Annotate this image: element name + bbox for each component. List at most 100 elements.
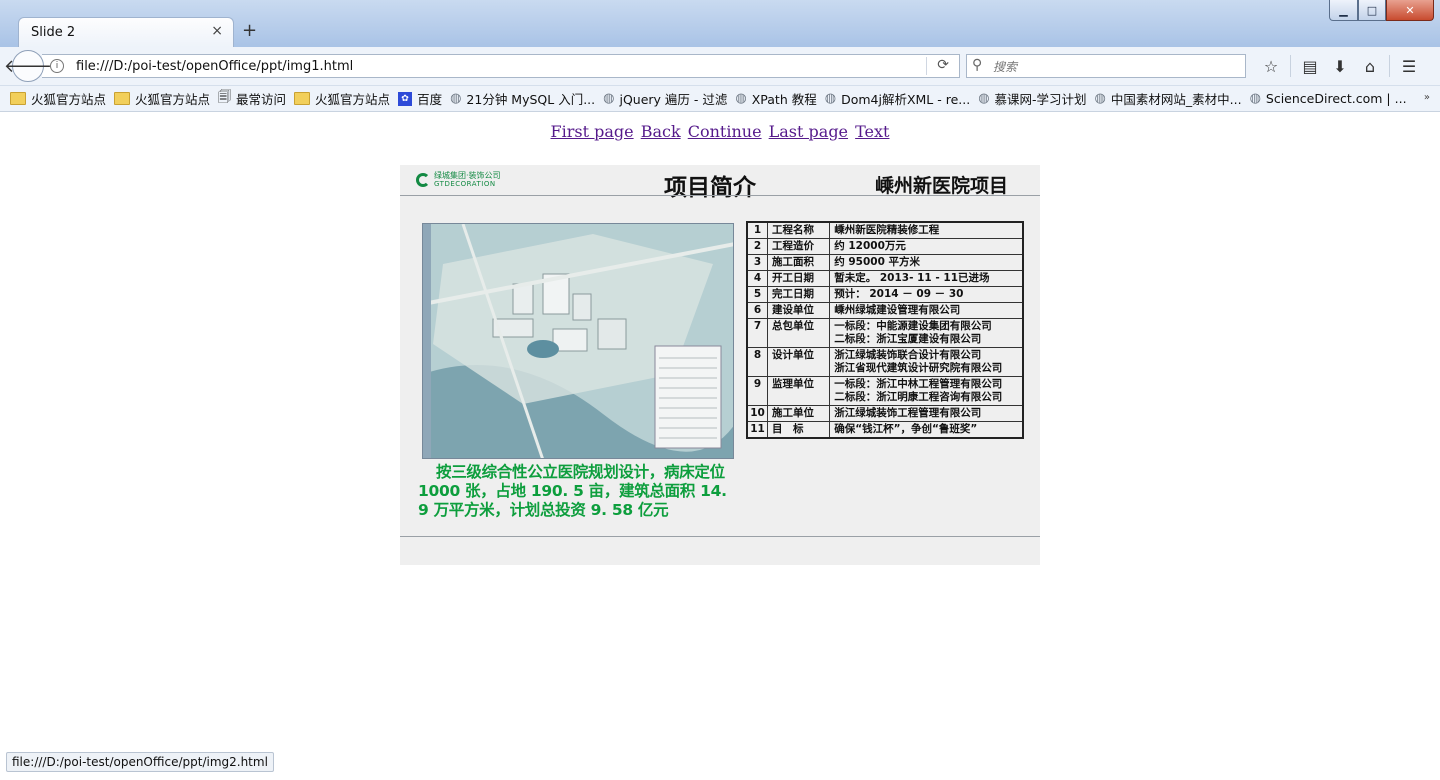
bookmark-label: 中国素材网站_素材中... (1110, 92, 1242, 107)
navigation-toolbar: i file:///D:/poi-test/openOffice/ppt/img… (0, 47, 1440, 86)
table-row: 2 工程造价约 12000万元 (746, 238, 1024, 255)
logo-mark-icon (416, 173, 430, 187)
row-number: 2 (746, 238, 769, 255)
bookmark-item[interactable]: ◍ XPath 教程 (735, 89, 816, 108)
download-icon[interactable]: ⬇ (1325, 54, 1355, 78)
menu-icon[interactable]: ☰ (1394, 54, 1424, 78)
table-row: 4 开工日期 暂未定。 2013- 11 - 11已进场 (746, 270, 1024, 287)
bookmark-item[interactable]: 火狐官方站点 (294, 89, 390, 108)
row-label: 目 标 (767, 421, 831, 439)
globe-icon: ◍ (450, 91, 462, 106)
table-row: 10 施工单位 浙江绿城装饰工程管理有限公司 (746, 405, 1024, 422)
arrow-left-icon: 🡐 (3, 55, 53, 77)
reading-list-icon[interactable]: ▤ (1295, 54, 1325, 78)
folder-icon (10, 92, 26, 105)
row-label: 工程名称 (767, 221, 831, 239)
bookmarks-toolbar: 火狐官方站点 火狐官方站点 🗐 最常访问 火狐官方站点 ✿ 百度 ◍ 21分钟 MyS… (0, 86, 1440, 112)
bookmark-item[interactable]: ◍ Dom4j解析XML - re... (825, 89, 970, 108)
bookmark-label: 最常访问 (236, 92, 287, 107)
slide-title: 项目简介 (664, 175, 756, 201)
history-icon: 🗐 (218, 89, 232, 105)
new-tab-button[interactable]: + (242, 20, 257, 41)
table-row: 8 设计单位 浙江绿城装饰联合设计有限公司 浙江省现代建筑设计研究院有限公司 (746, 347, 1040, 377)
row-value: 浙江绿城装饰工程管理有限公司 (829, 405, 1024, 422)
search-input[interactable] (991, 57, 1235, 77)
folder-icon (114, 92, 131, 105)
last-page-link[interactable]: Last page (769, 122, 848, 141)
bookmark-item[interactable]: ◍ 慕课网-学习计划 (978, 89, 1086, 108)
row-label: 监理单位 (767, 376, 831, 406)
bookmark-label: XPath 教程 (751, 92, 817, 107)
toolbar-separator (1389, 55, 1390, 77)
bookmark-item[interactable]: ◍ 21分钟 MySQL 入门... (450, 89, 595, 108)
page-content: First page Back Continue Last page Text … (0, 113, 1440, 780)
bookmark-item[interactable]: 火狐官方站点 (10, 89, 106, 108)
bookmark-star-icon[interactable]: ☆ (1256, 54, 1286, 78)
bookmarks-overflow-icon[interactable]: » (1424, 92, 1430, 103)
continue-link[interactable]: Continue (688, 122, 762, 141)
bookmark-item[interactable]: ◍ 中国素材网站_素材中... (1095, 89, 1242, 108)
bookmark-label: 火狐官方站点 (315, 92, 391, 107)
row-number: 10 (746, 405, 769, 422)
bookmark-item[interactable]: 🗐 最常访问 (218, 88, 286, 110)
aerial-illustration (423, 224, 733, 458)
row-label: 总包单位 (767, 318, 831, 348)
home-icon[interactable]: ⌂ (1355, 54, 1385, 78)
slide-image: 绿城集团·装饰公司 GTDECORATION 项目简介 嵊州新医院项目 按三级综… (400, 165, 1040, 565)
toolbar-separator (1290, 55, 1291, 77)
company-logo: 绿城集团·装饰公司 GTDECORATION (416, 171, 501, 189)
text-link[interactable]: Text (855, 122, 889, 141)
bookmark-label: Dom4j解析XML - re... (841, 92, 971, 107)
reload-icon[interactable]: ⟳ (937, 57, 949, 73)
row-value: 嵊州绿城建设管理有限公司 (829, 302, 1024, 319)
table-row: 3 施工面积约 95000 平方米 (746, 254, 1024, 271)
project-info-table: 1 工程名称 嵊州新医院精装修工程 2 工程造价约 12000万元 3 施工面积约 9500… (746, 221, 1040, 439)
minimize-button[interactable]: ▁ (1329, 0, 1358, 21)
bookmark-item[interactable]: ◍ jQuery 遍历 - 过滤 (603, 89, 727, 108)
row-value: 浙江绿城装饰联合设计有限公司 浙江省现代建筑设计研究院有限公司 (829, 347, 1040, 377)
row-number: 8 (746, 347, 769, 377)
bookmark-item[interactable]: 火狐官方站点 (114, 89, 210, 108)
bookmark-label: 火狐官方站点 (31, 92, 107, 107)
logo-text: 绿城集团·装饰公司 GTDECORATION (434, 171, 501, 189)
search-bar[interactable]: ⚲ (966, 54, 1246, 78)
back-link[interactable]: Back (641, 122, 681, 141)
row-value: 约 95000 平方米 (829, 254, 1024, 271)
globe-icon: ◍ (603, 91, 615, 106)
globe-icon: ◍ (824, 91, 837, 106)
row-label: 施工单位 (767, 405, 831, 422)
bookmark-label: 21分钟 MySQL 入门... (466, 92, 596, 107)
header-divider (400, 195, 1040, 196)
footer-divider (400, 536, 1040, 537)
row-value: 嵊州新医院精装修工程 (829, 221, 1024, 239)
folder-icon (294, 92, 311, 105)
row-number: 1 (746, 221, 769, 239)
bookmark-item[interactable]: ✿ 百度 (398, 89, 442, 108)
url-bar[interactable]: i file:///D:/poi-test/openOffice/ppt/img… (42, 54, 960, 78)
slide-project-name: 嵊州新医院项目 (875, 175, 1009, 197)
row-label: 设计单位 (767, 347, 831, 377)
bookmark-label: ScienceDirect.com | ... (1265, 91, 1407, 106)
row-value: 预计： 2014 － 09 － 30 (829, 286, 1024, 303)
row-number: 6 (746, 302, 769, 319)
row-number: 9 (746, 376, 769, 406)
table-row: 5 完工日期 预计： 2014 － 09 － 30 (746, 286, 1024, 303)
bookmark-label: 百度 (417, 92, 443, 107)
table-row: 9 监理单位 一标段：浙江中林工程管理有限公司 二标段：浙江明康工程咨询有限公司 (746, 376, 1040, 406)
hospital-aerial-rendering (422, 223, 734, 459)
maximize-button[interactable]: □ (1358, 0, 1386, 21)
bookmark-item[interactable]: ◍ ScienceDirect.com | ... (1250, 91, 1407, 106)
url-text[interactable]: file:///D:/poi-test/openOffice/ppt/img1.… (76, 59, 353, 74)
close-window-button[interactable]: ✕ (1386, 0, 1434, 21)
logo-en: GTDECORATION (434, 180, 496, 188)
row-value: 一标段：中能源建设集团有限公司 二标段：浙江宝厦建设有限公司 (829, 318, 1040, 348)
first-page-link[interactable]: First page (551, 122, 634, 141)
row-value: 一标段：浙江中林工程管理有限公司 二标段：浙江明康工程咨询有限公司 (829, 376, 1040, 406)
close-tab-icon[interactable]: × (211, 23, 223, 39)
row-label: 完工日期 (767, 286, 831, 303)
table-row: 7 总包单位 一标段：中能源建设集团有限公司 二标段：浙江宝厦建设有限公司 (746, 318, 1040, 348)
tab-slide-2[interactable]: Slide 2 × (18, 17, 234, 47)
status-bar: file:///D:/poi-test/openOffice/ppt/img2.… (6, 752, 274, 772)
row-number: 3 (746, 254, 769, 271)
back-button[interactable]: 🡐 (4, 50, 52, 82)
